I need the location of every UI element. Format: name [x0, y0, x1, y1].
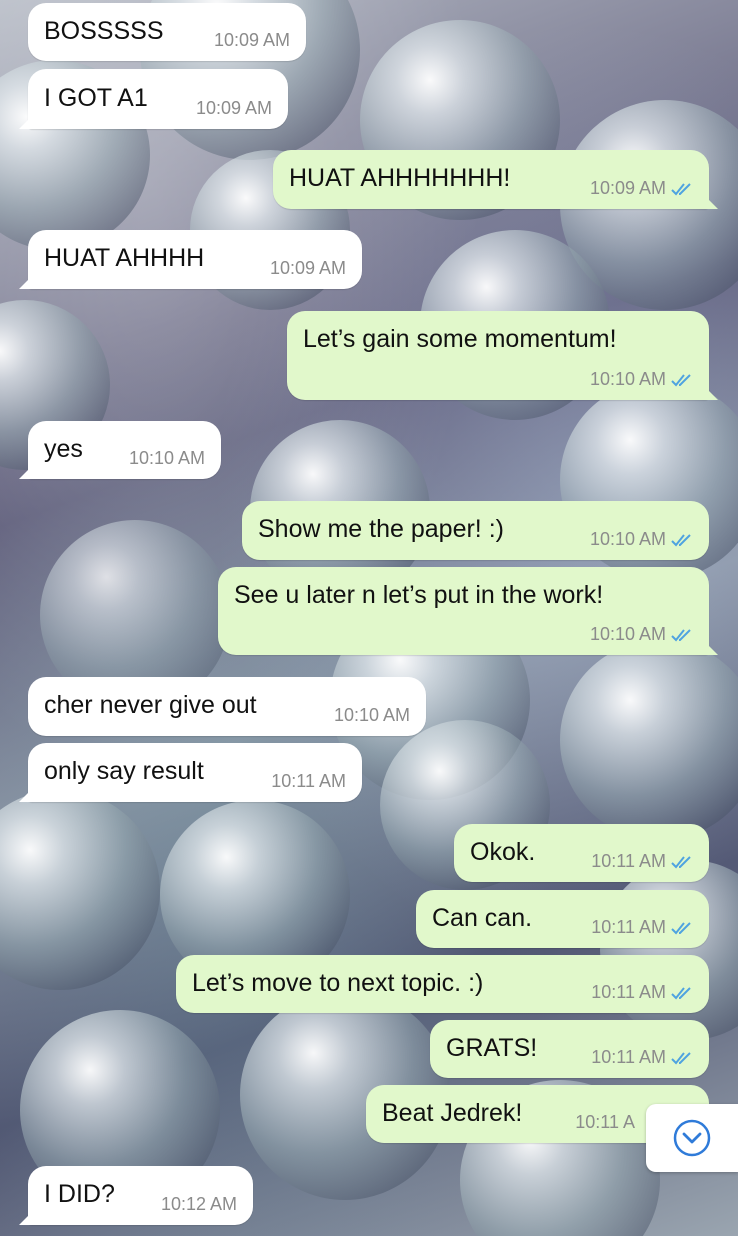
- message-meta: 10:11 AM: [591, 1047, 693, 1068]
- message-text: Okok.: [470, 838, 536, 866]
- double-check-icon: [671, 373, 691, 386]
- message-meta: 10:11 A: [575, 1112, 635, 1133]
- message-meta: 10:10 AM: [590, 369, 693, 390]
- incoming-message[interactable]: BOSSSSS 10:09 AM: [28, 3, 306, 61]
- message-meta: 10:11 AM: [591, 982, 693, 1003]
- message-text: See u later n let’s put in the work!: [234, 581, 604, 609]
- message-text: Beat Jedrek!: [382, 1099, 523, 1127]
- incoming-message[interactable]: I DID? 10:12 AM: [19, 1166, 253, 1225]
- incoming-message[interactable]: HUAT AHHHH 10:09 AM: [19, 230, 362, 289]
- double-check-icon: [671, 533, 691, 546]
- double-check-icon: [671, 855, 691, 868]
- outgoing-message[interactable]: GRATS! 10:11 AM: [430, 1020, 709, 1078]
- double-check-icon: [671, 1051, 691, 1064]
- outgoing-message[interactable]: Let’s gain some momentum! 10:10 AM: [287, 311, 718, 400]
- message-meta: 10:10 AM: [590, 529, 693, 550]
- message-meta: 10:09 AM: [270, 258, 346, 279]
- message-time: 10:09 AM: [213, 30, 290, 50]
- outgoing-message[interactable]: Show me the paper! :) 10:10 AM: [242, 501, 709, 560]
- message-meta: 10:09 AM: [590, 178, 693, 199]
- chevron-down-circle-icon: [673, 1119, 711, 1157]
- message-time: 10:11 A: [575, 1112, 635, 1132]
- message-meta: 10:09 AM: [196, 98, 272, 119]
- message-time: 10:11 AM: [591, 982, 666, 1002]
- message-text: I DID?: [44, 1180, 115, 1208]
- message-text: Show me the paper! :): [258, 515, 504, 543]
- outgoing-message[interactable]: See u later n let’s put in the work! 10:…: [218, 567, 718, 655]
- message-meta: 10:12 AM: [161, 1194, 237, 1215]
- message-time: 10:11 AM: [591, 851, 666, 871]
- message-text: Let’s gain some momentum!: [303, 325, 617, 353]
- message-text: yes: [44, 435, 83, 463]
- outgoing-message[interactable]: Okok. 10:11 AM: [454, 824, 709, 882]
- message-time: 10:12 AM: [160, 1194, 237, 1214]
- message-meta: 10:10 AM: [334, 705, 410, 726]
- message-meta: 10:10 AM: [129, 448, 205, 469]
- incoming-message[interactable]: yes 10:10 AM: [19, 421, 221, 479]
- message-text: I GOT A1: [44, 84, 148, 112]
- message-time: 10:11 AM: [591, 1047, 666, 1067]
- message-meta: 10:11 AM: [271, 771, 346, 792]
- message-time: 10:09 AM: [269, 258, 346, 278]
- message-time: 10:10 AM: [589, 624, 666, 644]
- incoming-message[interactable]: only say result 10:11 AM: [19, 743, 362, 802]
- incoming-message[interactable]: cher never give out 10:10 AM: [28, 677, 426, 736]
- message-time: 10:10 AM: [128, 448, 205, 468]
- double-check-icon: [671, 921, 691, 934]
- message-time: 10:09 AM: [589, 178, 666, 198]
- message-text: HUAT AHHHHHHH!: [289, 164, 511, 192]
- message-text: Let’s move to next topic. :): [192, 969, 484, 997]
- double-check-icon: [671, 628, 691, 641]
- outgoing-message[interactable]: Can can. 10:11 AM: [416, 890, 709, 948]
- message-text: GRATS!: [446, 1034, 538, 1062]
- message-text: BOSSSSS: [44, 17, 164, 45]
- message-text: HUAT AHHHH: [44, 244, 205, 272]
- incoming-message[interactable]: I GOT A1 10:09 AM: [19, 69, 288, 129]
- message-time: 10:11 AM: [591, 917, 666, 937]
- message-text: only say result: [44, 757, 204, 785]
- message-text: Can can.: [432, 904, 533, 932]
- outgoing-message[interactable]: Let’s move to next topic. :) 10:11 AM: [176, 955, 709, 1013]
- message-meta: 10:11 AM: [591, 917, 693, 938]
- scroll-to-bottom-button[interactable]: [646, 1104, 738, 1172]
- message-time: 10:10 AM: [333, 705, 410, 725]
- double-check-icon: [671, 986, 691, 999]
- message-time: 10:11 AM: [271, 771, 346, 791]
- outgoing-message[interactable]: HUAT AHHHHHHH! 10:09 AM: [273, 150, 718, 209]
- double-check-icon: [671, 182, 691, 195]
- message-time: 10:10 AM: [589, 529, 666, 549]
- message-text: cher never give out: [44, 691, 257, 719]
- message-time: 10:09 AM: [195, 98, 272, 118]
- message-meta: 10:09 AM: [214, 30, 290, 51]
- message-time: 10:10 AM: [589, 369, 666, 389]
- message-meta: 10:10 AM: [590, 624, 693, 645]
- message-meta: 10:11 AM: [591, 851, 693, 872]
